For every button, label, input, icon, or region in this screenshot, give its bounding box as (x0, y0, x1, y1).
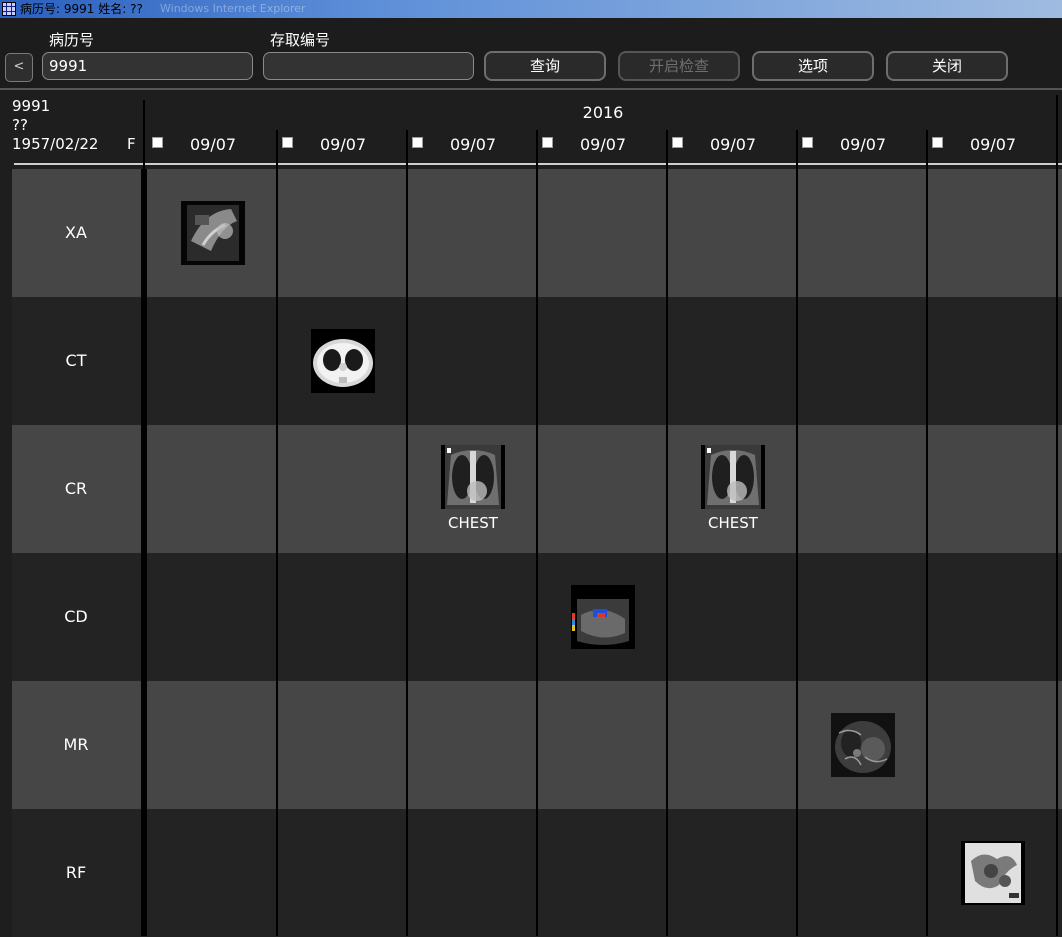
column-divider (796, 130, 798, 936)
app-grid-icon (2, 2, 16, 16)
study-date: 09/07 (190, 135, 237, 154)
date-column-header: 09/07 (146, 128, 276, 160)
date-select-checkbox[interactable] (932, 137, 943, 148)
back-button[interactable]: < (5, 53, 33, 82)
modality-label: MR (63, 735, 89, 754)
cr-chest-xray-thumbnail[interactable] (441, 445, 505, 509)
date-select-checkbox[interactable] (542, 137, 553, 148)
timeline-year: 2016 (582, 103, 624, 122)
record-number-input[interactable] (42, 52, 253, 80)
date-select-checkbox[interactable] (152, 137, 163, 148)
column-divider (406, 130, 408, 936)
rf-fluoroscopy-thumbnail[interactable] (961, 841, 1025, 905)
date-column-header: 09/07 (276, 128, 406, 160)
study-date: 09/07 (710, 135, 757, 154)
date-column-header: 09/07 (926, 128, 1056, 160)
study-date: 09/07 (970, 135, 1017, 154)
patient-id: 9991 (12, 97, 51, 115)
query-button[interactable]: 查询 (484, 51, 606, 81)
modality-label: CT (65, 351, 87, 370)
cr-chest-xray-thumbnail[interactable] (701, 445, 765, 509)
study-date: 09/07 (320, 135, 367, 154)
column-divider (666, 130, 668, 936)
date-column-header: 09/07 (406, 128, 536, 160)
xa-angio-thumbnail[interactable] (181, 201, 245, 265)
study-description: CHEST (708, 514, 758, 532)
grid-top-border (0, 88, 1062, 90)
accession-number-input[interactable] (263, 52, 474, 80)
window-title: 病历号: 9991 姓名: ?? (20, 2, 143, 16)
accession-number-label: 存取编号 (270, 31, 331, 49)
label-column-divider (141, 169, 147, 936)
patient-info: 9991 ?? 1957/02/22 F (12, 97, 142, 154)
patient-dob: 1957/02/22 (12, 135, 99, 153)
study-date: 09/07 (450, 135, 497, 154)
open-exam-button[interactable]: 开启检查 (618, 51, 740, 81)
modality-label: CR (64, 479, 88, 498)
date-column-header: 09/07 (666, 128, 796, 160)
header-divider (14, 163, 1062, 165)
patient-sex: F (127, 135, 136, 153)
date-select-checkbox[interactable] (672, 137, 683, 148)
column-divider (1056, 95, 1058, 936)
window-title-bar: 病历号: 9991 姓名: ?? Windows Internet Explor… (0, 0, 1062, 18)
ct-chest-thumbnail[interactable] (311, 329, 375, 393)
date-column-header: 09/07 (536, 128, 666, 160)
date-select-checkbox[interactable] (802, 137, 813, 148)
column-divider (536, 130, 538, 936)
study-date: 09/07 (580, 135, 627, 154)
patient-name: ?? (12, 116, 28, 134)
record-number-label: 病历号 (49, 31, 95, 49)
window-title-app: Windows Internet Explorer (160, 2, 306, 15)
study-description: CHEST (448, 514, 498, 532)
close-button[interactable]: 关闭 (886, 51, 1008, 81)
color-doppler-ultrasound-thumbnail[interactable] (571, 585, 635, 649)
study-date: 09/07 (840, 135, 887, 154)
options-button[interactable]: 选项 (752, 51, 874, 81)
modality-label: CD (64, 607, 88, 626)
mr-abdomen-thumbnail[interactable] (831, 713, 895, 777)
date-select-checkbox[interactable] (282, 137, 293, 148)
date-select-checkbox[interactable] (412, 137, 423, 148)
column-divider (926, 130, 928, 936)
date-column-header: 09/07 (796, 128, 926, 160)
modality-label: RF (65, 863, 87, 882)
modality-label: XA (65, 223, 87, 242)
column-divider (276, 130, 278, 936)
